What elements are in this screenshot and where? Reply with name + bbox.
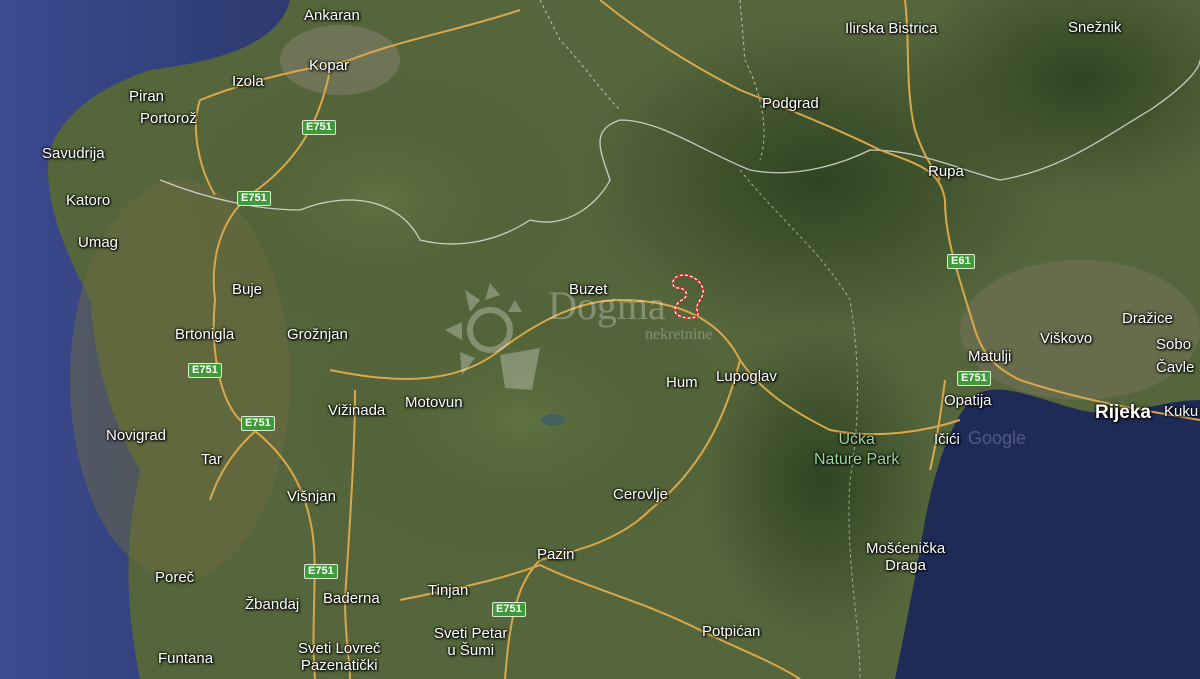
satellite-map[interactable]: Dogma nekretnine Google Ankaran Kopar Iz… bbox=[0, 0, 1200, 679]
place-funtana: Funtana bbox=[158, 650, 214, 667]
road-shield-e751: E751 bbox=[241, 416, 275, 431]
place-ilirska-bistrica: Ilirska Bistrica bbox=[845, 20, 938, 37]
place-ankaran: Ankaran bbox=[304, 7, 360, 24]
place-rupa: Rupa bbox=[928, 163, 964, 180]
place-novigrad: Novigrad bbox=[106, 427, 167, 444]
road-shield-e61: E61 bbox=[947, 254, 975, 269]
place-lupoglav: Lupoglav bbox=[716, 368, 777, 385]
place-motovun: Motovun bbox=[405, 394, 463, 411]
place-matulji: Matulji bbox=[968, 348, 1012, 365]
place-opatija: Opatija bbox=[944, 392, 992, 409]
place-viskovo: Viškovo bbox=[1040, 330, 1093, 347]
place-buzet: Buzet bbox=[569, 281, 608, 298]
place-cerovlje: Cerovlje bbox=[613, 486, 669, 503]
place-izola: Izola bbox=[232, 73, 264, 90]
place-buje: Buje bbox=[232, 281, 263, 298]
place-tinjan: Tinjan bbox=[428, 582, 469, 599]
place-podgrad: Podgrad bbox=[762, 95, 819, 112]
place-katoro: Katoro bbox=[66, 192, 111, 209]
place-sveti-lovrec: Sveti Lovreč Pazenatički bbox=[298, 640, 381, 674]
place-zbandaj: Žbandaj bbox=[245, 596, 300, 613]
place-rijeka: Rijeka bbox=[1095, 402, 1151, 423]
place-sobo: Sobo bbox=[1156, 336, 1192, 353]
place-icici: Ičići bbox=[934, 431, 960, 448]
place-drazice: Dražice bbox=[1122, 310, 1173, 327]
place-piran: Piran bbox=[129, 88, 165, 105]
place-moscenicka-draga: Mošćenička Draga bbox=[866, 540, 946, 574]
place-savudrija: Savudrija bbox=[42, 145, 105, 162]
place-groznjan: Grožnjan bbox=[287, 326, 348, 343]
place-visnjan: Višnjan bbox=[287, 488, 336, 505]
place-cavle: Čavle bbox=[1156, 359, 1195, 376]
place-portoroz: Portorož bbox=[140, 110, 197, 127]
road-shield-e751: E751 bbox=[492, 602, 526, 617]
place-potpican: Potpićan bbox=[702, 623, 761, 640]
google-watermark: Google bbox=[968, 428, 1027, 448]
place-kopar: Kopar bbox=[309, 57, 350, 74]
place-porec: Poreč bbox=[155, 569, 195, 586]
road-shield-e751: E751 bbox=[957, 371, 991, 386]
place-tar: Tar bbox=[201, 451, 222, 468]
watermark-sub: nekretnine bbox=[645, 326, 713, 343]
place-sveti-petar: Sveti Petar u Šumi bbox=[434, 625, 508, 659]
ucka-nature-park: Učka Nature Park bbox=[814, 431, 900, 468]
road-shield-e751: E751 bbox=[188, 363, 222, 378]
road-shield-e751: E751 bbox=[302, 120, 336, 135]
place-baderna: Baderna bbox=[323, 590, 380, 607]
place-vizinada: Vižinada bbox=[328, 402, 386, 419]
place-hum: Hum bbox=[666, 374, 698, 391]
place-pazin: Pazin bbox=[537, 546, 575, 563]
place-umag: Umag bbox=[78, 234, 119, 251]
place-brtonigla: Brtonigla bbox=[175, 326, 235, 343]
place-sneznik: Snežnik bbox=[1068, 19, 1122, 36]
place-kuku: Kuku bbox=[1164, 403, 1199, 420]
road-shield-e751: E751 bbox=[304, 564, 338, 579]
road-shield-e751: E751 bbox=[237, 191, 271, 206]
